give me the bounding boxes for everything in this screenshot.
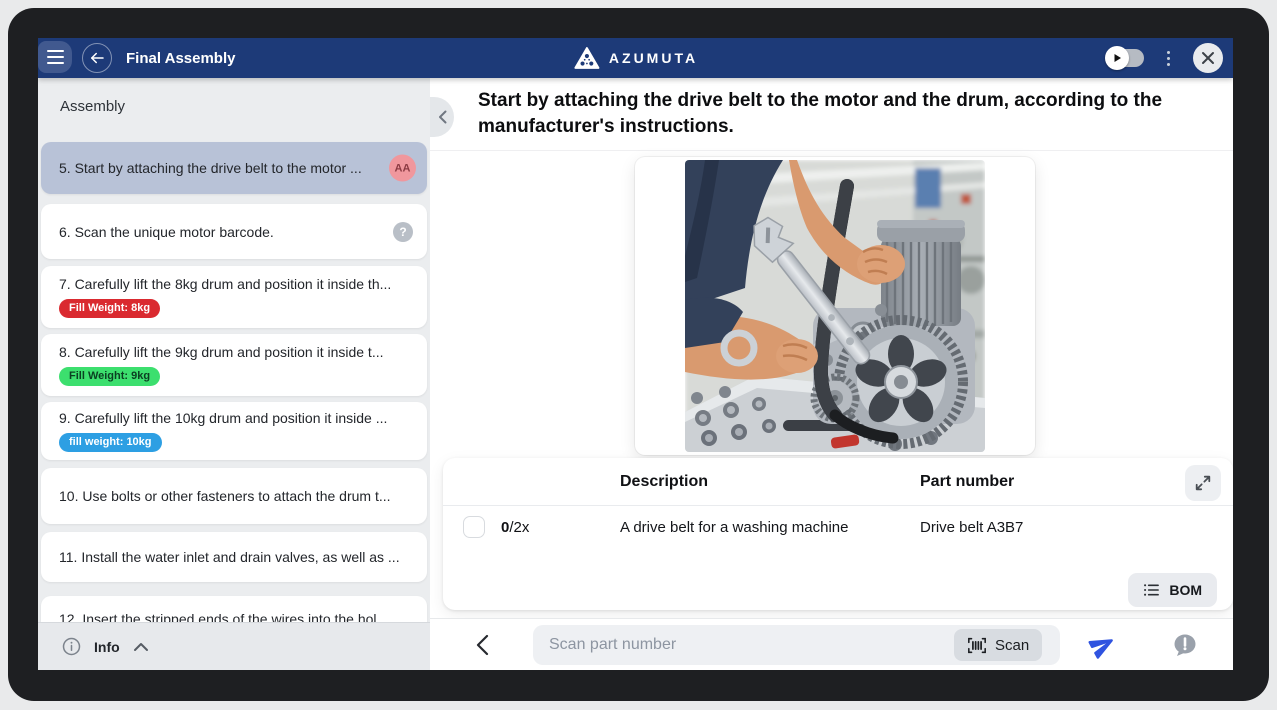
- back-button[interactable]: [82, 43, 112, 73]
- step-item-7[interactable]: 7. Carefully lift the 8kg drum and posit…: [41, 266, 427, 328]
- step-photo-drive-belt-motor: [685, 160, 985, 452]
- brand-logo: AZUMUTA: [573, 38, 698, 78]
- bom-table-row: 0/2x A drive belt for a washing machine …: [443, 506, 1233, 550]
- step-image-card[interactable]: [635, 157, 1035, 455]
- scan-toolbar: Scan: [430, 618, 1233, 670]
- step-item-9[interactable]: 9. Carefully lift the 10kg drum and posi…: [41, 402, 427, 460]
- barcode-icon: [967, 637, 987, 654]
- step-label: 6. Scan the unique motor barcode.: [59, 224, 411, 240]
- chevron-left-icon: [476, 634, 489, 656]
- part-number: Drive belt A3B7: [920, 519, 1023, 536]
- azumuta-logo-icon: [573, 46, 600, 70]
- step-title: Start by attaching the drive belt to the…: [478, 88, 1213, 140]
- close-icon: [1201, 51, 1215, 65]
- part-quantity: 0/2x: [501, 519, 529, 536]
- close-button[interactable]: [1193, 43, 1223, 73]
- step-label: 9. Carefully lift the 10kg drum and posi…: [59, 410, 411, 426]
- expand-icon: [1194, 474, 1212, 492]
- step-item-8[interactable]: 8. Carefully lift the 9kg drum and posit…: [41, 334, 427, 396]
- top-bar: Final Assembly AZUMUTA: [38, 38, 1233, 78]
- autoplay-toggle[interactable]: [1108, 49, 1144, 67]
- step-item-10[interactable]: 10. Use bolts or other fasteners to atta…: [41, 468, 427, 524]
- menu-icon[interactable]: [38, 41, 72, 73]
- chevron-up-icon: [133, 642, 149, 652]
- bom-button[interactable]: BOM: [1128, 573, 1217, 607]
- play-icon: [1105, 46, 1129, 70]
- expand-table-button[interactable]: [1185, 465, 1221, 501]
- alert-bubble-icon: [1172, 632, 1198, 658]
- page-title: Final Assembly: [126, 50, 235, 67]
- more-options-icon[interactable]: [1161, 47, 1176, 70]
- info-label: Info: [94, 639, 120, 655]
- status-badge: Fill Weight: 9kg: [59, 367, 160, 386]
- arrow-left-icon: [88, 49, 106, 67]
- step-item-11[interactable]: 11. Install the water inlet and drain va…: [41, 532, 427, 582]
- column-description: Description: [620, 473, 708, 491]
- previous-step-button[interactable]: [476, 634, 489, 661]
- step-label: 7. Carefully lift the 8kg drum and posit…: [59, 276, 411, 292]
- submit-button[interactable]: [1089, 631, 1117, 664]
- bom-table-header: Description Part number: [443, 458, 1233, 506]
- part-description: A drive belt for a washing machine: [620, 519, 848, 536]
- help-icon: ?: [393, 222, 413, 242]
- column-part-number: Part number: [920, 473, 1014, 491]
- steps-sidebar: Assembly 5. Start by attaching the drive…: [38, 78, 430, 670]
- app-window: Final Assembly AZUMUTA: [38, 38, 1233, 670]
- info-bar[interactable]: Info: [38, 622, 430, 670]
- step-item-5[interactable]: 5. Start by attaching the drive belt to …: [41, 142, 427, 194]
- status-badge: Fill Weight: 8kg: [59, 299, 160, 318]
- part-checkbox[interactable]: [463, 516, 485, 538]
- status-badge: fill weight: 10kg: [59, 433, 162, 452]
- step-label: 10. Use bolts or other fasteners to atta…: [59, 488, 411, 504]
- step-detail-panel: Start by attaching the drive belt to the…: [430, 78, 1233, 670]
- send-icon: [1084, 626, 1122, 664]
- step-label: 5. Start by attaching the drive belt to …: [59, 160, 411, 176]
- bom-table-card: Description Part number 0/2x A drive bel…: [443, 458, 1233, 610]
- quantity-total: /2x: [509, 519, 529, 536]
- scan-button-label: Scan: [995, 637, 1029, 654]
- bom-button-label: BOM: [1169, 582, 1202, 598]
- list-icon: [1143, 582, 1160, 598]
- chevron-left-icon: [438, 110, 447, 124]
- section-label: Assembly: [60, 98, 125, 115]
- topbar-actions: [1108, 38, 1223, 78]
- scan-button[interactable]: Scan: [954, 629, 1042, 661]
- step-item-6[interactable]: 6. Scan the unique motor barcode. ?: [41, 204, 427, 259]
- info-icon: [62, 637, 81, 656]
- step-label: 8. Carefully lift the 9kg drum and posit…: [59, 344, 411, 360]
- brand-name: AZUMUTA: [609, 50, 698, 66]
- report-issue-button[interactable]: [1172, 632, 1198, 663]
- step-label: 11. Install the water inlet and drain va…: [59, 549, 411, 565]
- avatar: AA: [389, 155, 416, 182]
